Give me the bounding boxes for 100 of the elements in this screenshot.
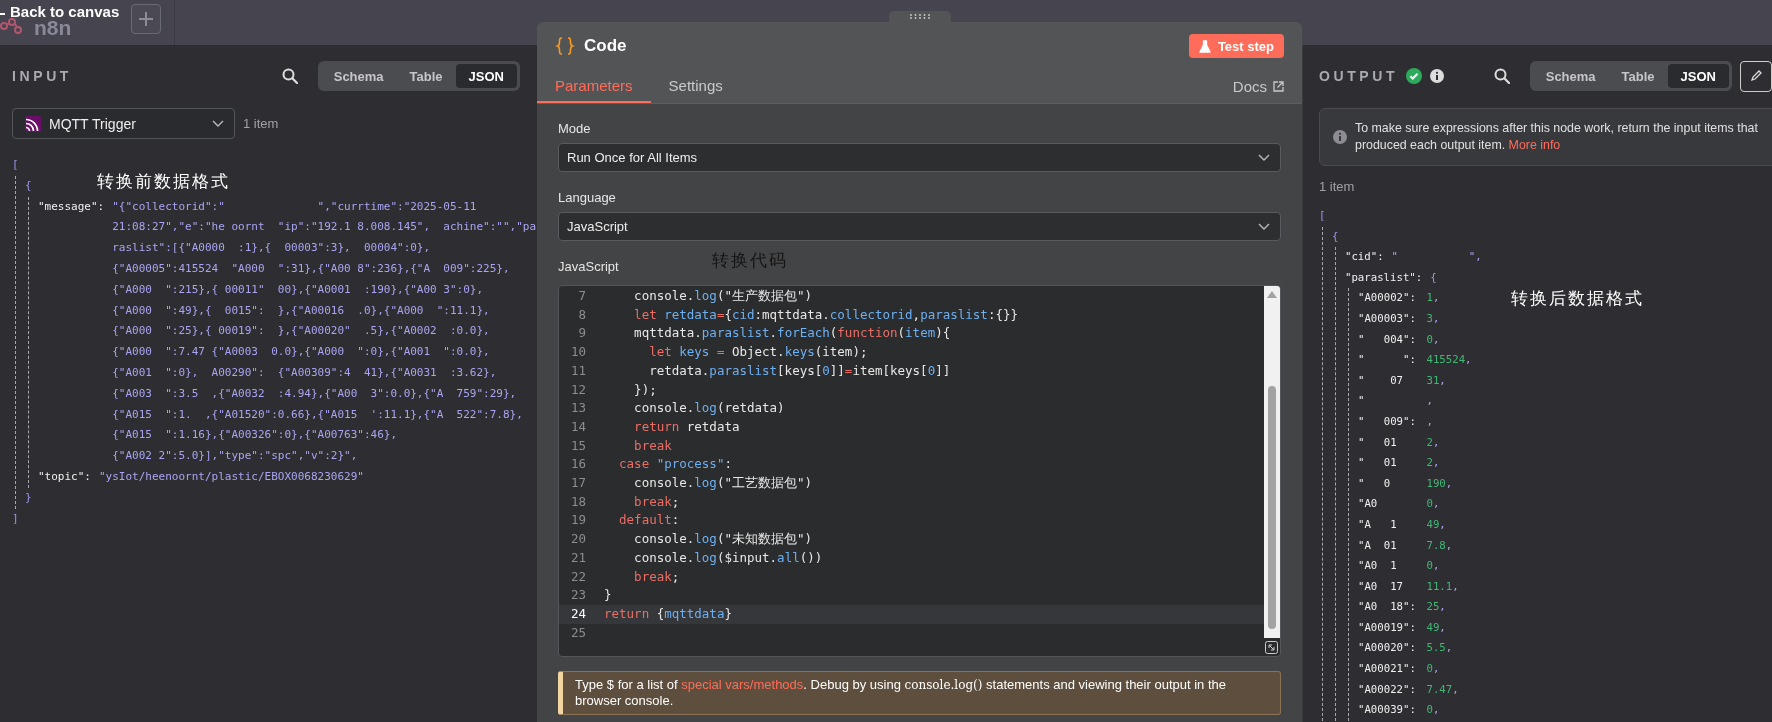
view-tab[interactable]: Table <box>1608 64 1668 88</box>
code-line: console.log("工艺数据包") <box>633 474 812 493</box>
json-value: "{"collectorid":" ","currtime":"2025-05-11 21:08:27","e":"he oornt "ip":"192.1 8.008.145", achine":"","pa raslist":[{"A0000 :1},{ 00003":3}, 00004":0}, {"A00005":415524 "A000 ":31},{"A00 8":236},{"A 009":225}, {"A000 ":215},{ 00011" 00},{"A0001 :190},{"A00 3":0}, {"A000 ":49},{ 0015": },{"A00016 .0},{"A000 ":11.1}, {"A000 ":25},{ 00019": },{"A00020" .5},{"A0002 :0.0}, {"A000 ":7.47 {"A0003 0.0},{"A000 ":0},{"A001 ":0.0}, {"A001 ":0}, A00290": {"A00309":4 41},{"A0031 :3.62}, {"A003 ":3.5 ,{"A0032 :4.94},{"A00 3":0.0},{"A 759":29}, {"A015 ":1. ,{"A01520":0.66},{"A015 ':11.1},{"A 522":7.8}, {"A015 ":1.16},{"A00326":0},{"A00763":46}, {"A002 2":5.0}],"type":"spc","v":2}", <box>112 198 537 465</box>
code-line: }); <box>633 380 657 399</box>
code-line: break <box>633 436 672 455</box>
json-key: " ": <box>1358 350 1419 371</box>
node-title: Code <box>584 36 627 56</box>
line-number: 22 <box>569 567 587 586</box>
chevron-down-icon <box>1258 222 1270 231</box>
view-tab[interactable]: Table <box>396 64 456 88</box>
tab[interactable]: Parameters <box>537 70 651 103</box>
json-value: 7.8, <box>1426 537 1453 554</box>
line-number: 11 <box>569 361 587 380</box>
code-editor[interactable] <box>558 285 1281 657</box>
line-number: 18 <box>569 492 587 511</box>
json-value: 25, <box>1426 599 1446 616</box>
code-line: break; <box>633 492 680 511</box>
json-value: 49, <box>1426 619 1446 636</box>
json-key: "A0 1 <box>1358 556 1419 577</box>
json-key: "A0 18": <box>1358 597 1419 618</box>
json-key: "A00019": <box>1358 617 1419 639</box>
json-bracket: ] <box>12 510 19 527</box>
json-key: "paraslist": <box>1345 267 1423 289</box>
more-info-link[interactable]: More info <box>1508 138 1561 152</box>
drag-handle[interactable] <box>888 11 951 22</box>
json-key: " 009": <box>1358 411 1419 433</box>
json-key: "A00021": <box>1358 659 1419 680</box>
view-tab[interactable]: Schema <box>1532 64 1609 88</box>
json-value: 49, <box>1426 516 1446 533</box>
add-button[interactable] <box>131 3 162 34</box>
chevron-down-icon <box>1258 153 1270 162</box>
tab[interactable]: Settings <box>650 70 741 103</box>
json-value: 1, <box>1426 290 1440 307</box>
json-key: "A00022": <box>1358 679 1419 701</box>
code-line: return {mqttdata} <box>604 604 732 623</box>
json-value: 2, <box>1426 434 1440 451</box>
notice-text: To make sure expressions after this node work, return the input items that produced each output item. More info <box>1355 120 1759 154</box>
json-key: "A 01 <box>1358 535 1419 557</box>
line-number: 19 <box>569 511 587 530</box>
code-line: retdata.paraslist[keys[0]]=item[keys[0]] <box>648 361 951 380</box>
json-key: " <box>1358 391 1419 412</box>
search-icon[interactable] <box>1493 68 1510 84</box>
scroll-thumb[interactable] <box>1268 386 1276 629</box>
code-line: default: <box>618 511 680 530</box>
mqtt-node-icon <box>25 115 41 132</box>
code-line: console.log(retdata) <box>633 399 785 418</box>
braces-icon <box>555 36 575 56</box>
json-key: "A00003": <box>1358 308 1419 330</box>
json-bracket: [ <box>12 157 19 173</box>
code-line: console.log("未知数据包") <box>633 530 812 549</box>
json-key: "A00002": <box>1358 288 1419 309</box>
logo-icon <box>0 17 22 34</box>
node-select[interactable]: MQTT Trigger <box>12 108 235 139</box>
line-number: 15 <box>569 436 587 455</box>
select-field[interactable]: JavaScript <box>558 212 1281 241</box>
code-line: console.log($input.all()) <box>633 548 823 567</box>
info-icon[interactable] <box>1430 69 1445 83</box>
back-to-canvas-link[interactable]: Back to canvas <box>10 3 120 20</box>
grip-icon <box>908 14 931 19</box>
line-number: 7 <box>577 287 587 305</box>
code-line: case "process": <box>618 455 732 474</box>
code-line: break; <box>633 567 680 586</box>
code-line: } <box>604 586 612 605</box>
json-value: 0, <box>1426 558 1440 575</box>
line-number: 9 <box>577 324 587 343</box>
test-step-button[interactable]: Test step <box>1188 34 1284 58</box>
line-number: 8 <box>577 305 587 324</box>
json-value: 0, <box>1426 496 1440 513</box>
select-field[interactable]: Run Once for All Items <box>558 143 1281 172</box>
json-value: 190, <box>1426 475 1453 492</box>
view-tab[interactable]: JSON <box>455 64 517 88</box>
json-value: 0, <box>1426 661 1440 678</box>
docs-link[interactable]: Docs <box>1232 78 1284 95</box>
json-bracket: } <box>25 489 32 506</box>
line-number: 23 <box>569 586 587 605</box>
json-key: " 01 <box>1358 453 1419 474</box>
field-label: Language <box>558 190 617 206</box>
view-tab[interactable]: JSON <box>1667 64 1729 88</box>
chevron-down-icon <box>212 119 224 128</box>
json-key: "A00020": <box>1358 638 1419 660</box>
line-number: 20 <box>569 530 587 549</box>
json-key: " 01 <box>1358 432 1419 454</box>
line-number: 25 <box>569 623 587 642</box>
code-line: mqttdata.paraslist.forEach(function(item){ <box>633 324 951 343</box>
info-icon <box>1333 130 1347 144</box>
edit-button[interactable] <box>1740 60 1772 92</box>
json-key: "message": <box>38 196 105 218</box>
line-number: 21 <box>569 548 587 567</box>
resize-icon[interactable] <box>1265 641 1278 654</box>
line-number: 10 <box>569 343 587 362</box>
view-tab[interactable]: Schema <box>320 64 397 88</box>
scrollbar[interactable] <box>1264 286 1280 638</box>
panel-title: OUTPUT <box>1319 68 1399 84</box>
line-number: 12 <box>569 380 587 399</box>
json-value: , <box>1426 413 1433 430</box>
json-value: 415524, <box>1426 352 1472 369</box>
json-bracket: { <box>1430 269 1437 286</box>
search-icon[interactable] <box>281 68 298 84</box>
json-value: 11.1, <box>1426 578 1459 595</box>
tip-text: Type $ for a list of special vars/methods. Debug by using console.log() statements and viewing their output in the browser console. <box>558 671 1281 715</box>
